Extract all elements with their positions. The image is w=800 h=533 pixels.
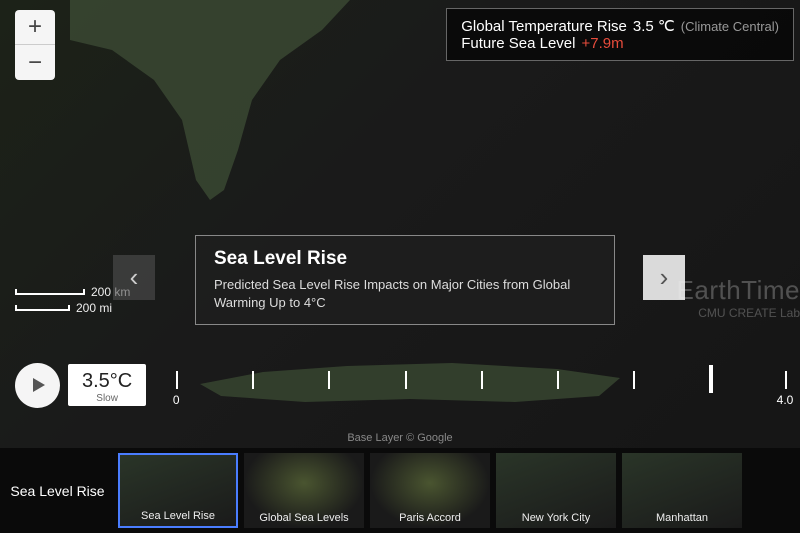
thumbnail-global-sea-levels[interactable]: Global Sea Levels — [244, 453, 364, 528]
timeline-track[interactable]: 0 4.0 — [176, 365, 785, 405]
zoom-out-button[interactable]: − — [15, 45, 55, 80]
thumbnail-sea-level-rise[interactable]: Sea Level Rise — [118, 453, 238, 528]
section-label: Sea Level Rise — [0, 448, 115, 533]
map-attribution: Base Layer © Google — [347, 432, 452, 444]
playback-speed: Slow — [82, 393, 132, 404]
sea-level-label: Future Sea Level — [461, 35, 575, 52]
timeline-end: 4.0 — [777, 393, 794, 407]
brand-subtitle: CMU CREATE Lab — [677, 306, 800, 320]
thumbnail-paris-accord[interactable]: Paris Accord — [370, 453, 490, 528]
play-button[interactable] — [15, 363, 60, 408]
zoom-in-button[interactable]: + — [15, 10, 55, 45]
zoom-control: + − — [15, 10, 55, 80]
thumbnail-new-york-city[interactable]: New York City — [496, 453, 616, 528]
temp-rise-value: 3.5 ℃ — [633, 17, 675, 35]
story-card: Sea Level Rise Predicted Sea Level Rise … — [195, 235, 615, 325]
timeline-start: 0 — [173, 393, 180, 407]
thumbnail-manhattan[interactable]: Manhattan — [622, 453, 742, 528]
scale-mi: 200 mi — [76, 301, 112, 315]
data-source: (Climate Central) — [681, 19, 779, 34]
current-temp-value: 3.5°C — [82, 370, 132, 393]
timeline: 3.5°C Slow 0 4.0 — [15, 355, 785, 415]
branding: EarthTime CMU CREATE Lab — [677, 275, 800, 320]
brand-title: EarthTime — [677, 275, 800, 306]
story-description: Predicted Sea Level Rise Impacts on Majo… — [214, 276, 596, 312]
current-temp-display: 3.5°C Slow — [68, 364, 146, 406]
thumbnail-strip: Sea Level Rise Sea Level Rise Global Sea… — [0, 448, 800, 533]
landmass — [70, 0, 350, 200]
temp-rise-label: Global Temperature Rise — [461, 18, 627, 35]
info-panel: Global Temperature Rise 3.5 ℃ (Climate C… — [446, 8, 794, 61]
story-title: Sea Level Rise — [214, 248, 596, 270]
next-story-button[interactable]: › — [643, 255, 685, 300]
prev-story-button[interactable]: ‹ — [113, 255, 155, 300]
sea-level-value: +7.9m — [581, 35, 623, 52]
play-icon — [29, 376, 47, 394]
timeline-cursor[interactable] — [709, 365, 713, 393]
